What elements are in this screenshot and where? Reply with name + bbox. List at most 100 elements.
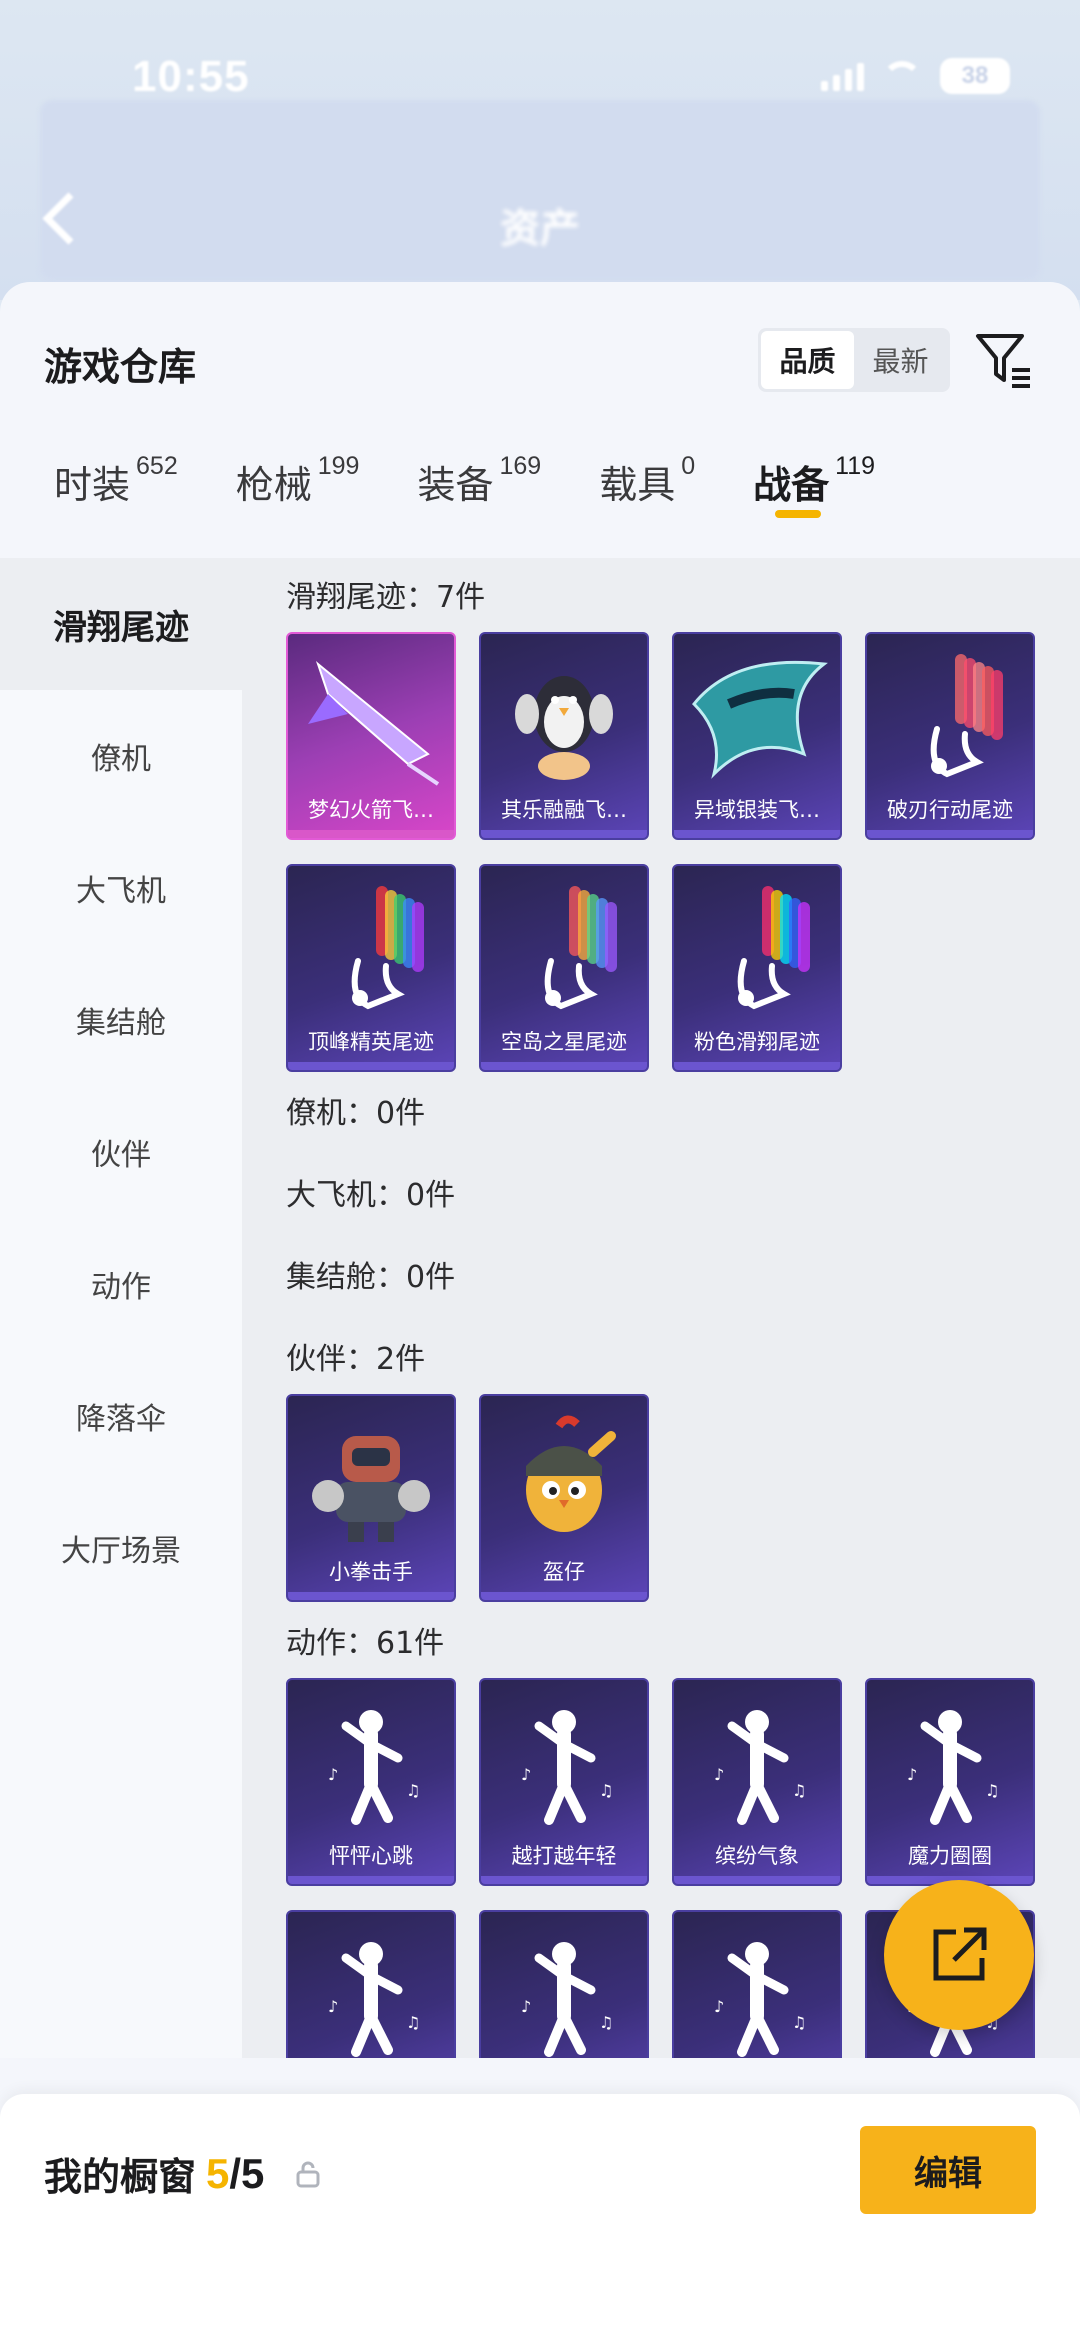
sort-option-newest[interactable]: 最新 <box>854 331 947 389</box>
tab-label: 时装 <box>54 463 131 507</box>
item-name: 异域银装飞… <box>694 798 820 822</box>
category-item[interactable]: 僚机 <box>0 690 242 822</box>
tab-count: 0 <box>681 452 696 480</box>
item-name: 小拳击手 <box>329 1560 413 1584</box>
showcase-label: 我的橱窗 <box>44 2155 197 2199</box>
item-card[interactable]: ♪♫ <box>286 1910 456 2058</box>
tab-count: 199 <box>317 452 360 480</box>
item-card[interactable]: ♪♫ <box>672 1910 842 2058</box>
section-title: 集结舱：0件 <box>286 1260 456 1295</box>
edit-button[interactable]: 编辑 <box>860 2126 1036 2214</box>
svg-text:♪: ♪ <box>521 1765 531 1784</box>
tab-4[interactable]: 战备 119 <box>753 422 875 518</box>
winged-glider-icon <box>691 660 828 779</box>
category-item[interactable]: 大厅场景 <box>0 1482 242 1614</box>
share-button[interactable] <box>884 1880 1034 2030</box>
filter-icon[interactable] <box>972 328 1036 392</box>
tab-label: 战备 <box>753 463 830 507</box>
item-card[interactable]: 粉色滑翔尾迹 <box>672 864 842 1072</box>
item-card[interactable]: 小拳击手 <box>286 1394 456 1602</box>
item-name: 其乐融融飞… <box>501 798 627 822</box>
category-item[interactable]: 动作 <box>0 1218 242 1350</box>
tab-2[interactable]: 装备 169 <box>417 422 541 509</box>
section-title: 伙伴：2件 <box>286 1342 426 1377</box>
tab-active-indicator <box>775 510 822 518</box>
item-card[interactable]: ♪♫ <box>479 1910 649 2058</box>
dance-pose-icon: ♪♫ <box>907 1710 999 1825</box>
signal-icon <box>821 61 864 91</box>
dance-pose-icon: ♪♫ <box>714 1710 806 1825</box>
asset-tabs: 时装 652 枪械 199 装备 169 载具 0 战备 119 <box>0 422 1080 542</box>
tab-3[interactable]: 载具 0 <box>599 422 695 509</box>
tab-label: 装备 <box>417 463 494 507</box>
tab-count: 652 <box>136 452 178 480</box>
item-grid: 梦幻火箭飞… 其乐融融飞… 异域银装飞… 破刃行动尾迹顶峰精英尾迹 空岛之星尾迹 粉色滑翔… <box>286 632 1080 1072</box>
smoke-trail-icon <box>737 886 810 1010</box>
category-item[interactable]: 集结舱 <box>0 954 242 1086</box>
showcase-status: 我的橱窗 5/5 <box>44 2146 322 2201</box>
category-sidebar: 滑翔尾迹 僚机 大飞机 集结舱 伙伴 动作 降落伞 大厅场景 <box>0 558 242 2058</box>
item-card[interactable]: 空岛之星尾迹 <box>479 864 649 1072</box>
sort-toggle[interactable]: 品质 最新 <box>758 328 950 392</box>
dance-pose-icon: ♪♫ <box>328 1710 420 1825</box>
item-content: 滑翔尾迹：7件 梦幻火箭飞… 其乐融融飞… 异域银装飞… 破刃行动尾迹 顶峰精英尾迹 空岛之… <box>242 558 1080 2058</box>
dance-pose-icon: ♪♫ <box>714 1942 806 2057</box>
tab-1[interactable]: 枪械 199 <box>236 422 360 509</box>
showcase-max: 5 <box>241 2149 265 2197</box>
svg-text:♫: ♫ <box>792 1781 806 1800</box>
showcase-current: 5 <box>206 2149 230 2197</box>
smoke-trail-icon <box>930 654 1003 778</box>
svg-text:♫: ♫ <box>406 2013 420 2032</box>
svg-text:♪: ♪ <box>328 1765 338 1784</box>
item-name: 魔力圈圈 <box>908 1844 992 1868</box>
svg-text:♪: ♪ <box>714 1997 724 2016</box>
status-time: 10:55 <box>132 52 250 101</box>
tab-count: 119 <box>835 452 875 480</box>
category-item[interactable]: 伙伴 <box>0 1086 242 1218</box>
item-card[interactable]: 其乐融融飞… <box>479 632 649 840</box>
tab-0[interactable]: 时装 652 <box>54 422 178 509</box>
share-icon <box>933 1927 987 1981</box>
helmet-chick-icon <box>526 1415 616 1532</box>
category-item[interactable]: 降落伞 <box>0 1350 242 1482</box>
svg-text:♫: ♫ <box>792 2013 806 2032</box>
svg-text:♫: ♫ <box>406 1781 420 1800</box>
item-card[interactable]: 盔仔 <box>479 1394 649 1602</box>
category-item[interactable]: 大飞机 <box>0 822 242 954</box>
battery-icon: 38 <box>940 58 1010 94</box>
smoke-trail-icon <box>351 886 424 1010</box>
svg-text:♪: ♪ <box>521 1997 531 2016</box>
item-name: 盔仔 <box>543 1560 585 1584</box>
item-name: 粉色滑翔尾迹 <box>694 1030 820 1054</box>
dance-pose-icon: ♪♫ <box>521 1710 613 1825</box>
showcase-separator: / <box>229 2149 242 2197</box>
lock-icon[interactable] <box>294 2160 322 2188</box>
dance-pose-icon: ♪♫ <box>328 1942 420 2057</box>
item-card[interactable]: ♪ ♫ 怦怦心跳 <box>286 1678 456 1886</box>
item-name: 怦怦心跳 <box>329 1844 413 1868</box>
item-card[interactable]: ♪ ♫ 越打越年轻 <box>479 1678 649 1886</box>
category-item[interactable]: 滑翔尾迹 <box>0 558 242 690</box>
sheet-header: 游戏仓库 品质 最新 <box>0 282 1080 422</box>
warehouse-body: 滑翔尾迹 僚机 大飞机 集结舱 伙伴 动作 降落伞 大厅场景 滑翔尾迹：7件 梦幻火箭飞… 其乐融… <box>0 558 1080 2058</box>
item-name: 顶峰精英尾迹 <box>308 1030 434 1054</box>
penguin-glider-icon <box>515 676 613 780</box>
item-card[interactable]: ♪ ♫ 魔力圈圈 <box>865 1678 1035 1886</box>
item-card[interactable]: 破刃行动尾迹 <box>865 632 1035 840</box>
item-card[interactable]: 异域银装飞… <box>672 632 842 840</box>
item-card[interactable]: ♪ ♫ 缤纷气象 <box>672 1678 842 1886</box>
smoke-trail-icon <box>544 886 617 1010</box>
svg-text:♫: ♫ <box>599 2013 613 2032</box>
section-title: 僚机：0件 <box>286 1096 426 1131</box>
tab-label: 枪械 <box>235 463 312 507</box>
section-title: 动作：61件 <box>286 1626 445 1661</box>
dance-pose-icon: ♪♫ <box>521 1942 613 2057</box>
panel-title: 游戏仓库 <box>44 345 197 389</box>
item-card[interactable]: 顶峰精英尾迹 <box>286 864 456 1072</box>
item-name: 缤纷气象 <box>715 1844 799 1868</box>
sort-option-quality[interactable]: 品质 <box>761 331 854 389</box>
item-card[interactable]: 梦幻火箭飞… <box>286 632 456 840</box>
svg-text:♫: ♫ <box>985 1781 999 1800</box>
item-grid: 小拳击手 盔仔 <box>286 1394 1080 1602</box>
status-icons: 38 <box>821 58 1010 94</box>
